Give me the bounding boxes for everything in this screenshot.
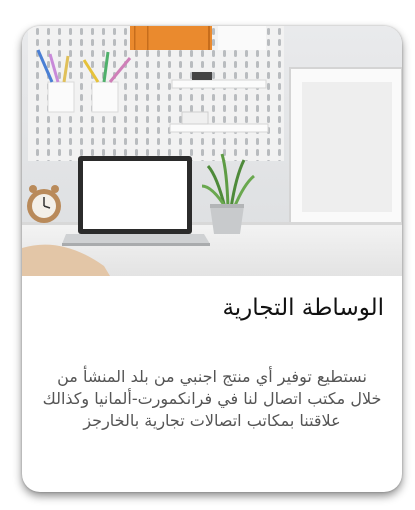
workspace-photo <box>22 26 402 276</box>
card-description: نستطيع توفير أي منتج اجنبي من بلد المنشأ… <box>42 367 382 430</box>
service-card[interactable]: الوساطة التجارية نستطيع توفير أي منتج اج… <box>22 26 402 492</box>
card-title: الوساطة التجارية <box>222 295 384 321</box>
